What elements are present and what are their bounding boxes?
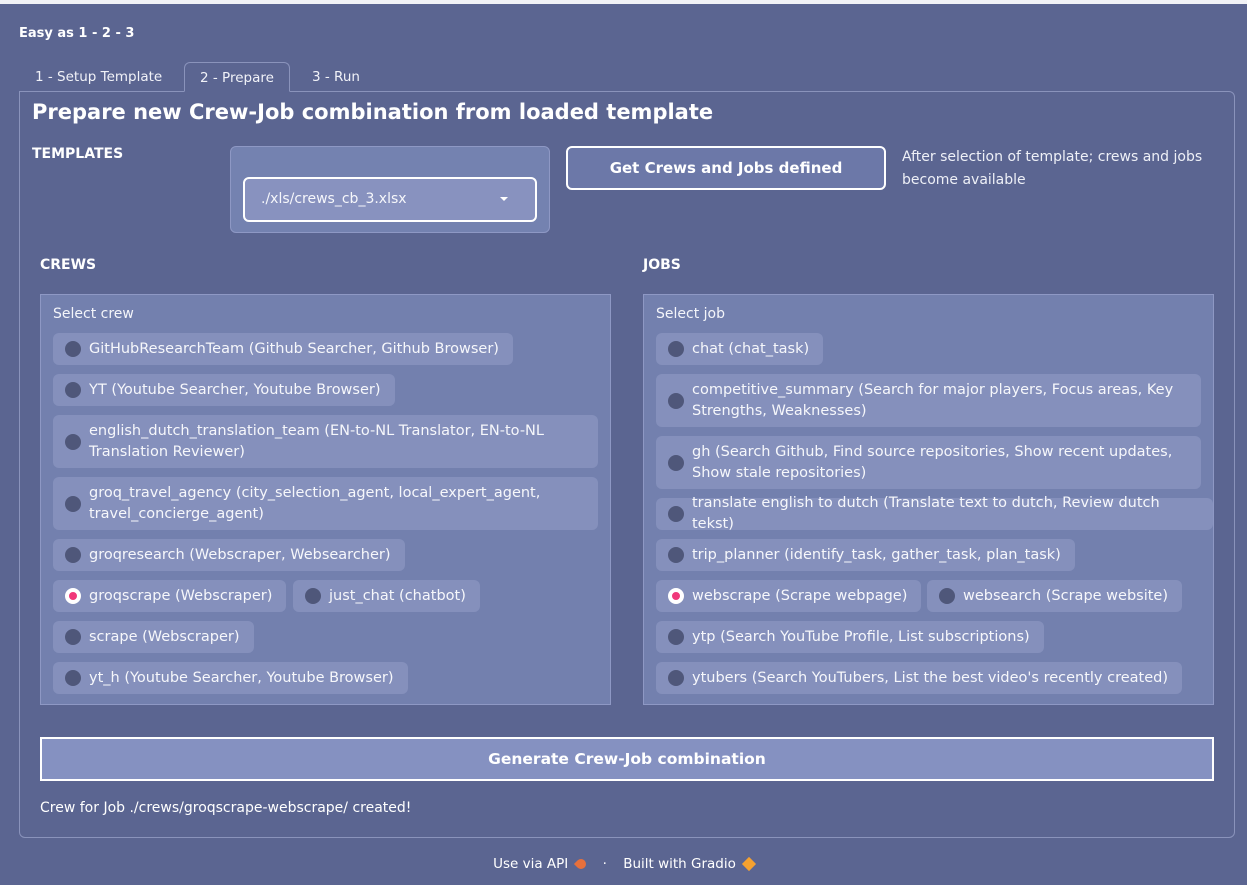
radio-dot-icon bbox=[65, 382, 81, 398]
radio-dot-icon bbox=[65, 495, 81, 512]
chevron-down-icon bbox=[500, 197, 508, 201]
job-option[interactable]: trip_planner (identify_task, gather_task… bbox=[656, 539, 1075, 571]
radio-selected-icon bbox=[668, 588, 684, 604]
crew-option-label: groq_travel_agency (city_selection_agent… bbox=[89, 484, 541, 522]
crew-option-label: yt_h (Youtube Searcher, Youtube Browser) bbox=[89, 669, 394, 686]
radio-dot-icon bbox=[305, 588, 321, 604]
crew-option[interactable]: YT (Youtube Searcher, Youtube Browser) bbox=[53, 374, 395, 406]
job-option-label: webscrape (Scrape webpage) bbox=[692, 587, 908, 604]
radio-dot-icon bbox=[65, 433, 81, 450]
crew-option-label: english_dutch_translation_team (EN-to-NL… bbox=[89, 422, 544, 460]
tab-setup-template[interactable]: 1 - Setup Template bbox=[20, 62, 177, 92]
job-radio-title: Select job bbox=[656, 306, 725, 322]
template-dropdown-value: ./xls/crews_cb_3.xlsx bbox=[261, 191, 407, 207]
crew-option-label: groqscrape (Webscraper) bbox=[89, 587, 273, 604]
crew-option-label: just_chat (chatbot) bbox=[329, 587, 466, 604]
crew-option-label: YT (Youtube Searcher, Youtube Browser) bbox=[89, 381, 381, 398]
radio-dot-icon bbox=[668, 454, 684, 471]
crew-option-label: scrape (Webscraper) bbox=[89, 628, 240, 645]
jobs-label: JOBS bbox=[643, 257, 681, 273]
job-option-selected[interactable]: webscrape (Scrape webpage) bbox=[656, 580, 922, 612]
radio-dot-icon bbox=[668, 392, 684, 409]
tab-run[interactable]: 3 - Run bbox=[297, 62, 375, 92]
job-option-label: trip_planner (identify_task, gather_task… bbox=[692, 546, 1061, 563]
job-option[interactable]: chat (chat_task) bbox=[656, 333, 824, 365]
api-link-label: Use via API bbox=[493, 856, 569, 872]
crew-option-label: groqresearch (Webscraper, Websearcher) bbox=[89, 546, 391, 563]
job-option[interactable]: gh (Search Github, Find source repositor… bbox=[656, 436, 1201, 489]
radio-dot-icon bbox=[939, 588, 955, 604]
footer: Use via API · Built with Gradio bbox=[0, 856, 1247, 872]
use-via-api-link[interactable]: Use via API bbox=[489, 856, 590, 872]
crew-radio-group: Select crew GitHubResearchTeam (Github S… bbox=[40, 294, 611, 705]
templates-label: TEMPLATES bbox=[32, 146, 124, 162]
get-crews-jobs-button[interactable]: Get Crews and Jobs defined bbox=[566, 146, 886, 190]
job-option-label: gh (Search Github, Find source repositor… bbox=[692, 443, 1173, 481]
app-label: Easy as 1 - 2 - 3 bbox=[19, 26, 135, 41]
crews-label: CREWS bbox=[40, 257, 97, 273]
gradio-logo-icon bbox=[741, 856, 756, 872]
footer-separator: · bbox=[602, 856, 607, 872]
status-message: Crew for Job ./crews/groqscrape-webscrap… bbox=[40, 800, 412, 816]
job-option-label: competitive_summary (Search for major pl… bbox=[692, 381, 1174, 419]
crew-option-selected[interactable]: groqscrape (Webscraper) bbox=[53, 580, 287, 612]
job-radio-group: Select job chat (chat_task) competitive_… bbox=[643, 294, 1214, 705]
radio-dot-icon bbox=[668, 547, 684, 563]
crew-radio-title: Select crew bbox=[53, 306, 134, 322]
job-option[interactable]: ytp (Search YouTube Profile, List subscr… bbox=[656, 621, 1044, 653]
job-option-label: ytubers (Search YouTubers, List the best… bbox=[692, 669, 1169, 686]
page-title: Prepare new Crew-Job combination from lo… bbox=[32, 100, 714, 124]
job-option-label: ytp (Search YouTube Profile, List subscr… bbox=[692, 628, 1030, 645]
job-option[interactable]: ytubers (Search YouTubers, List the best… bbox=[656, 662, 1183, 694]
crew-option[interactable]: just_chat (chatbot) bbox=[293, 580, 480, 612]
radio-dot-icon bbox=[668, 506, 684, 522]
job-option[interactable]: websearch (Scrape website) bbox=[927, 580, 1183, 612]
crew-option[interactable]: english_dutch_translation_team (EN-to-NL… bbox=[53, 415, 598, 468]
radio-dot-icon bbox=[668, 670, 684, 686]
rocket-icon bbox=[574, 856, 589, 872]
built-with-gradio-link[interactable]: Built with Gradio bbox=[619, 856, 758, 872]
top-border bbox=[0, 0, 1247, 4]
radio-dot-icon bbox=[65, 341, 81, 357]
radio-dot-icon bbox=[65, 547, 81, 563]
job-option-label: translate english to dutch (Translate te… bbox=[692, 495, 1160, 532]
radio-dot-icon bbox=[668, 341, 684, 357]
crew-option[interactable]: GitHubResearchTeam (Github Searcher, Git… bbox=[53, 333, 513, 365]
radio-selected-icon bbox=[65, 588, 81, 604]
template-dropdown[interactable]: ./xls/crews_cb_3.xlsx bbox=[243, 177, 537, 222]
built-with-label: Built with Gradio bbox=[623, 856, 736, 872]
radio-dot-icon bbox=[65, 670, 81, 686]
generate-combination-button[interactable]: Generate Crew-Job combination bbox=[40, 737, 1214, 781]
crew-option[interactable]: scrape (Webscraper) bbox=[53, 621, 254, 653]
radio-dot-icon bbox=[668, 629, 684, 645]
crew-option[interactable]: groq_travel_agency (city_selection_agent… bbox=[53, 477, 598, 530]
job-option-label: chat (chat_task) bbox=[692, 340, 810, 357]
radio-dot-icon bbox=[65, 629, 81, 645]
crew-option[interactable]: yt_h (Youtube Searcher, Youtube Browser) bbox=[53, 662, 408, 694]
tab-prepare[interactable]: 2 - Prepare bbox=[184, 62, 290, 92]
job-option-label: websearch (Scrape website) bbox=[963, 587, 1169, 604]
crew-option[interactable]: groqresearch (Webscraper, Websearcher) bbox=[53, 539, 405, 571]
job-option[interactable]: competitive_summary (Search for major pl… bbox=[656, 374, 1201, 427]
help-text: After selection of template; crews and j… bbox=[902, 149, 1203, 188]
job-option[interactable]: translate english to dutch (Translate te… bbox=[656, 495, 1213, 532]
crew-option-label: GitHubResearchTeam (Github Searcher, Git… bbox=[89, 340, 499, 357]
